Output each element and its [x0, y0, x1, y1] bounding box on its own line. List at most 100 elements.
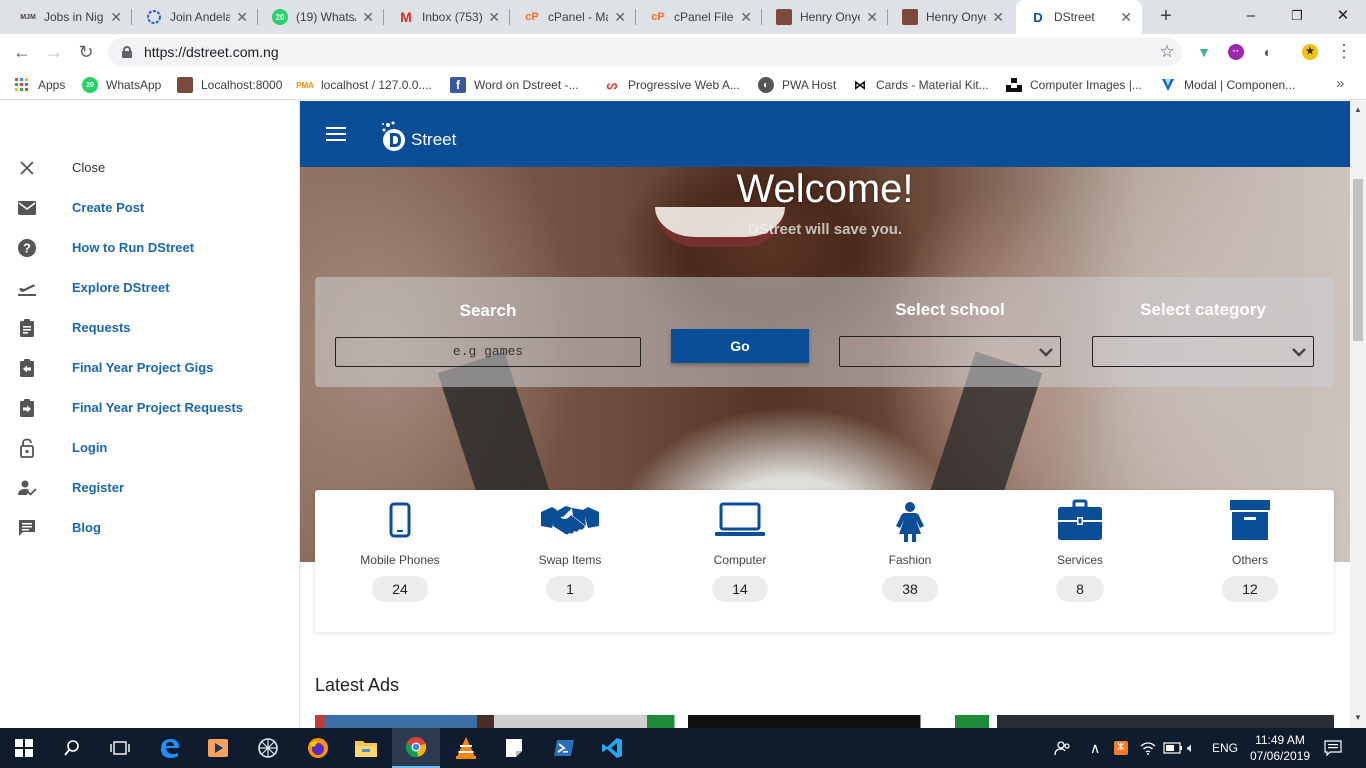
extension-icon[interactable]: ·· — [1228, 44, 1244, 60]
tab-close-icon[interactable]: ✕ — [866, 9, 878, 26]
browser-tab[interactable]: cP cPanel File M ✕ — [636, 0, 762, 34]
bookmark-item[interactable]: ᔕ Progressive Web A... — [604, 76, 740, 94]
category-count: 14 — [712, 576, 768, 602]
school-select[interactable] — [839, 336, 1061, 367]
scroll-down-arrow-icon[interactable]: ▼ — [1354, 713, 1362, 722]
search-input[interactable]: e.g games — [335, 337, 641, 367]
new-tab-button[interactable]: + — [1154, 5, 1178, 29]
wifi-icon[interactable] — [1140, 728, 1156, 768]
taskbar-sticky-notes[interactable] — [490, 728, 538, 768]
taskbar-file-explorer[interactable] — [342, 728, 390, 768]
bookmark-star-icon[interactable]: ☆ — [1152, 42, 1182, 62]
taskbar-firefox[interactable] — [294, 728, 342, 768]
restore-button[interactable]: ❐ — [1274, 0, 1320, 34]
taskbar-edge[interactable] — [146, 728, 194, 768]
bookmark-item[interactable]: ◐ PWA Host — [758, 76, 836, 94]
drawer-item-how-to-run[interactable]: ? How to Run DStreet — [0, 228, 300, 268]
drawer-item-blog[interactable]: Blog — [0, 508, 300, 548]
drawer-item-login[interactable]: Login — [0, 428, 300, 468]
tab-close-icon[interactable]: ✕ — [614, 9, 626, 26]
taskbar-search-button[interactable] — [48, 728, 96, 768]
bookmark-item[interactable]: Modal | Componen... — [1160, 76, 1295, 94]
address-bar[interactable]: https://dstreet.com.ng ☆ — [108, 38, 1182, 66]
tab-close-icon[interactable]: ✕ — [362, 9, 374, 26]
minimize-button[interactable]: – — [1228, 0, 1274, 34]
extension-icon[interactable]: ◐ — [1260, 44, 1276, 60]
browser-tab[interactable]: M Inbox (753) ✕ — [384, 0, 510, 34]
tab-close-icon[interactable]: ✕ — [740, 9, 752, 26]
bookmark-item[interactable]: Computer Images |... — [1006, 76, 1142, 94]
extension-icon[interactable]: ★ — [1302, 44, 1318, 60]
people-icon[interactable] — [1054, 728, 1072, 768]
dstreet-logo[interactable]: Street — [380, 117, 456, 153]
category-mobile-phones[interactable]: Mobile Phones 24 — [315, 490, 485, 632]
category-select[interactable] — [1092, 336, 1314, 367]
ad-thumbnail[interactable] — [477, 715, 647, 728]
taskbar-vlc[interactable] — [442, 728, 490, 768]
action-center-icon[interactable] — [1324, 728, 1342, 768]
taskbar-vscode[interactable] — [588, 728, 636, 768]
drawer-item-requests[interactable]: Requests — [0, 308, 300, 348]
drawer-item-fyp-requests[interactable]: Final Year Project Requests — [0, 388, 300, 428]
taskbar-powershell[interactable] — [540, 728, 588, 768]
window-close-button[interactable]: ✕ — [1320, 0, 1366, 34]
browser-tab[interactable]: Henry Onye ✕ — [762, 0, 888, 34]
browser-tab[interactable]: 20 (19) WhatsA ✕ — [258, 0, 384, 34]
drawer-item-create-post[interactable]: Create Post — [0, 188, 300, 228]
url-text[interactable]: https://dstreet.com.ng — [144, 44, 1152, 60]
bookmark-item[interactable]: f Word on Dstreet -... — [450, 76, 578, 94]
scroll-up-arrow-icon[interactable]: ▲ — [1354, 105, 1362, 114]
bookmark-item[interactable]: Localhost:8000 — [177, 76, 282, 94]
vue-devtools-icon[interactable]: ▼ — [1196, 44, 1212, 60]
facebook-icon: f — [450, 77, 466, 93]
volume-icon[interactable]: 🔈︎ — [1187, 728, 1195, 768]
task-view-button[interactable] — [96, 728, 144, 768]
browser-tab[interactable]: Henry Onye ✕ — [888, 0, 1014, 34]
drawer-item-fyp-gigs[interactable]: Final Year Project Gigs — [0, 348, 300, 388]
category-fashion[interactable]: Fashion 38 — [825, 490, 995, 632]
bookmark-item[interactable]: 20 WhatsApp — [82, 76, 161, 94]
category-computer[interactable]: Computer 14 — [655, 490, 825, 632]
bookmark-label: Computer Images |... — [1030, 78, 1142, 92]
start-button[interactable] — [0, 728, 48, 768]
tab-close-icon[interactable]: ✕ — [110, 9, 122, 26]
taskbar-chrome[interactable] — [392, 728, 440, 768]
browser-tab[interactable]: cP cPanel - Ma ✕ — [510, 0, 636, 34]
menu-icon[interactable] — [326, 127, 346, 143]
show-hidden-icons-icon[interactable]: ∧ — [1090, 728, 1100, 768]
tab-close-icon[interactable]: ✕ — [488, 9, 500, 26]
bookmark-item[interactable]: PMA localhost / 127.0.0.... — [296, 76, 432, 94]
taskbar-media-player[interactable] — [194, 728, 242, 768]
ad-thumbnail[interactable] — [647, 715, 989, 728]
page-scrollbar[interactable]: ▲ ▼ — [1350, 101, 1366, 728]
category-services[interactable]: Services 8 — [995, 490, 1165, 632]
category-swap-items[interactable]: Swap Items 1 — [485, 490, 655, 632]
tab-close-icon[interactable]: ✕ — [992, 9, 1004, 26]
browser-tab[interactable]: Join Andela ✕ — [132, 0, 258, 34]
taskbar-clock[interactable]: 11:49 AM 07/06/2019 — [1240, 732, 1320, 764]
battery-icon[interactable] — [1163, 728, 1183, 768]
ad-thumbnail[interactable] — [997, 715, 1334, 728]
browser-tab-active[interactable]: D DStreet ✕ — [1016, 0, 1142, 34]
bookmarks-overflow-icon[interactable]: » — [1336, 75, 1344, 92]
ad-thumbnail[interactable] — [315, 715, 477, 728]
browser-tab[interactable]: MJM Jobs in Nig ✕ — [6, 0, 132, 34]
taskbar-network-app[interactable] — [244, 728, 292, 768]
tab-close-icon[interactable]: ✕ — [236, 9, 248, 26]
bookmark-item[interactable]: ⋈ Cards - Material Kit... — [852, 76, 989, 94]
drawer-item-close[interactable]: Close — [0, 148, 300, 188]
language-indicator[interactable]: ENG — [1212, 728, 1238, 768]
go-button[interactable]: Go — [671, 329, 809, 363]
tab-close-icon[interactable]: ✕ — [1120, 9, 1132, 26]
category-others[interactable]: Others 12 — [1165, 490, 1335, 632]
drawer-item-explore[interactable]: Explore DStreet — [0, 268, 300, 308]
xampp-tray-icon[interactable]: ⵣ — [1114, 728, 1128, 768]
reload-button[interactable]: ↻ — [74, 40, 98, 64]
browser-menu-icon[interactable]: ⋮ — [1334, 42, 1354, 62]
forward-button[interactable]: → — [42, 40, 66, 64]
category-label: Others — [1231, 553, 1268, 567]
drawer-item-register[interactable]: Register — [0, 468, 300, 508]
scrollbar-thumb[interactable] — [1353, 179, 1363, 341]
back-button[interactable]: ← — [10, 40, 34, 64]
bookmark-item[interactable]: Apps — [14, 76, 65, 94]
